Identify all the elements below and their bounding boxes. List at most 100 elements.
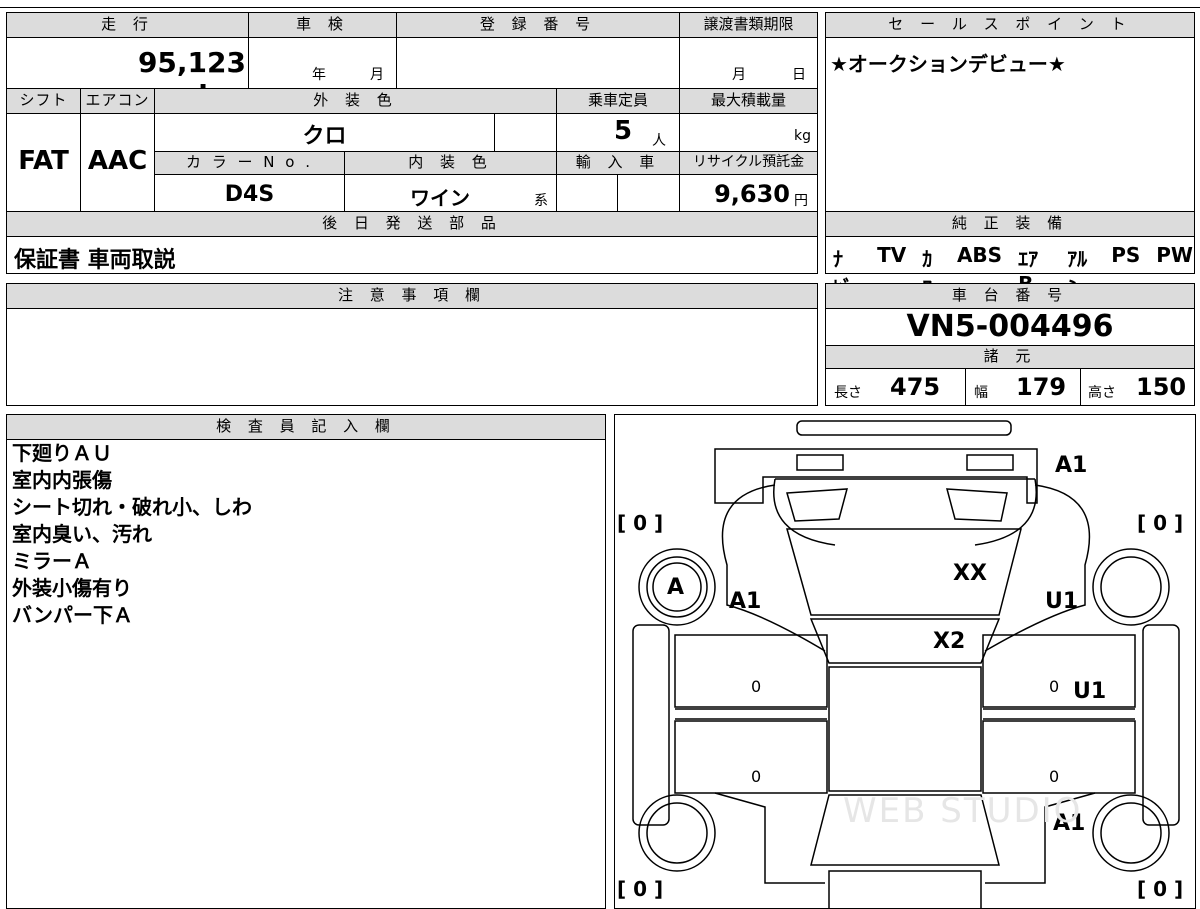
door-mark-right-rear: 0 [1049,767,1060,786]
tire-tread-front-right: [ 0 ] [1137,511,1184,535]
wheel-rear-left-inner [646,802,708,864]
inspector-header: 検 査 員 記 入 欄 [6,414,606,440]
recycle-fee-unit: 円 [794,193,808,209]
inspection-year: 年 [312,67,326,83]
shift-value: FAT [18,146,69,176]
specs-divider-1 [965,368,966,406]
height-label: 高さ [1088,385,1116,401]
mark-left-front-fender: A1 [729,589,762,614]
width-value: 179 [1016,373,1067,401]
notes-cell [6,308,818,406]
roof-outline [828,666,982,792]
specs-header: 諸 元 [825,345,1195,369]
mark-right-front-door: U1 [1073,679,1107,704]
aircon-header: エアコン [80,88,155,114]
mark-right-front-fender: U1 [1045,589,1079,614]
aircon-value: AAC [87,146,148,176]
wheel-front-right-inner [1100,556,1162,618]
inspection-month: 月 [370,67,384,83]
capacity-value: 5 [614,116,633,146]
capacity-unit: 人 [652,133,666,149]
later-parts-header: 後 日 発 送 部 品 [6,211,818,237]
watermark: WEB STUDIO [843,791,1083,831]
fog-light-left [796,454,844,471]
front-bumper-outline [714,448,1038,504]
exterior-color-value: クロ [302,124,347,149]
max-load-unit: kg [794,128,811,144]
mark-windshield: X2 [933,629,966,654]
capacity-header: 乗車定員 [556,88,680,114]
color-no-header: カ ラ ー N o . [154,151,345,175]
car-diagram [632,420,1180,908]
max-load-header: 最大積載量 [679,88,818,114]
transfer-day: 日 [792,67,806,83]
import-cell-b [617,174,680,212]
car-diagram-panel: [ 0 ] [ 0 ] [ 0 ] [ 0 ] A1 A A1 XX U1 X2… [614,414,1196,909]
inspector-line: バンパー下Ａ [12,603,133,627]
left-side-strip [632,624,670,826]
inspector-line: 下廻りＡＵ [12,441,112,465]
right-front-fender [984,484,1091,652]
inspector-line: 室内内張傷 [12,468,112,492]
left-front-door [674,634,828,708]
length-value: 475 [890,373,941,401]
interior-color-value: ワイン [410,186,470,210]
wheel-rear-right-inner [1100,802,1162,864]
registration-header: 登 録 番 号 [396,12,680,38]
inspector-line: ミラーＡ [12,549,92,573]
tire-tread-rear-left: [ 0 ] [617,877,664,901]
headlight-right [946,488,1008,522]
door-mark-left-rear: 0 [751,767,762,786]
door-mark-left-front: 0 [751,677,762,696]
windshield-outline [809,618,1001,664]
inspector-line: シート切れ・破れ小、しわ [12,495,252,519]
mark-front-bumper: A1 [1055,453,1088,478]
chassis-value: VN5-004496 [906,309,1114,344]
sales-point-text: ★オークションデビュー★ [830,52,1066,76]
inspector-line: 外装小傷有り [12,576,132,600]
right-rocker [983,708,1135,720]
tire-tread-front-left: [ 0 ] [617,511,664,535]
height-value: 150 [1136,373,1187,401]
equipment-header: 純 正 装 備 [825,211,1195,237]
wheel-rear-left [638,794,716,872]
mileage-header: 走 行 [6,12,249,38]
sales-point-box [825,12,1195,212]
left-rear-fender [714,792,825,884]
right-front-door [982,634,1136,708]
top-strip [0,0,1200,8]
transfer-deadline-header: 譲渡書類期限 [679,12,818,38]
interior-color-header: 内 装 色 [344,151,557,175]
rear-bumper-outline [828,870,982,908]
registration-cell [396,37,680,89]
later-parts-value: 保証書 車両取説 [14,248,176,273]
exterior-color-extra-cell [494,113,557,152]
chassis-header: 車 台 番 号 [825,283,1195,309]
inspector-lines: 下廻りＡＵ 室内内張傷 シート切れ・破れ小、しわ 室内臭い、汚れ ミラーＡ 外装… [12,440,252,629]
mark-hood: XX [953,561,987,586]
tire-tread-rear-right: [ 0 ] [1137,877,1184,901]
color-no-value: D4S [224,182,275,207]
inspection-header: 車 検 [248,12,397,38]
interior-color-suffix: 系 [534,193,548,209]
left-front-fender [721,484,826,652]
front-fascia [773,478,1037,546]
import-header: 輸 入 車 [556,151,680,175]
front-grille-outline [796,420,1012,436]
length-label: 長さ [834,385,862,401]
headlight-left [786,488,848,522]
wheel-rear-right [1092,794,1170,872]
width-label: 幅 [974,385,988,401]
left-rocker [675,708,827,720]
notes-header: 注 意 事 項 欄 [6,283,818,309]
exterior-color-header: 外 装 色 [154,88,557,114]
import-cell-a [556,174,618,212]
shift-header: シフト [6,88,81,114]
wheel-front-right [1092,548,1170,626]
right-side-strip [1142,624,1180,826]
recycle-fee-header: リサイクル預託金 [679,151,818,175]
inspector-line: 室内臭い、汚れ [12,522,152,546]
sales-point-header: セ ー ル ス ポ イ ン ト [825,12,1195,38]
specs-divider-2 [1080,368,1081,406]
recycle-fee-value: 9,630 [714,180,790,208]
